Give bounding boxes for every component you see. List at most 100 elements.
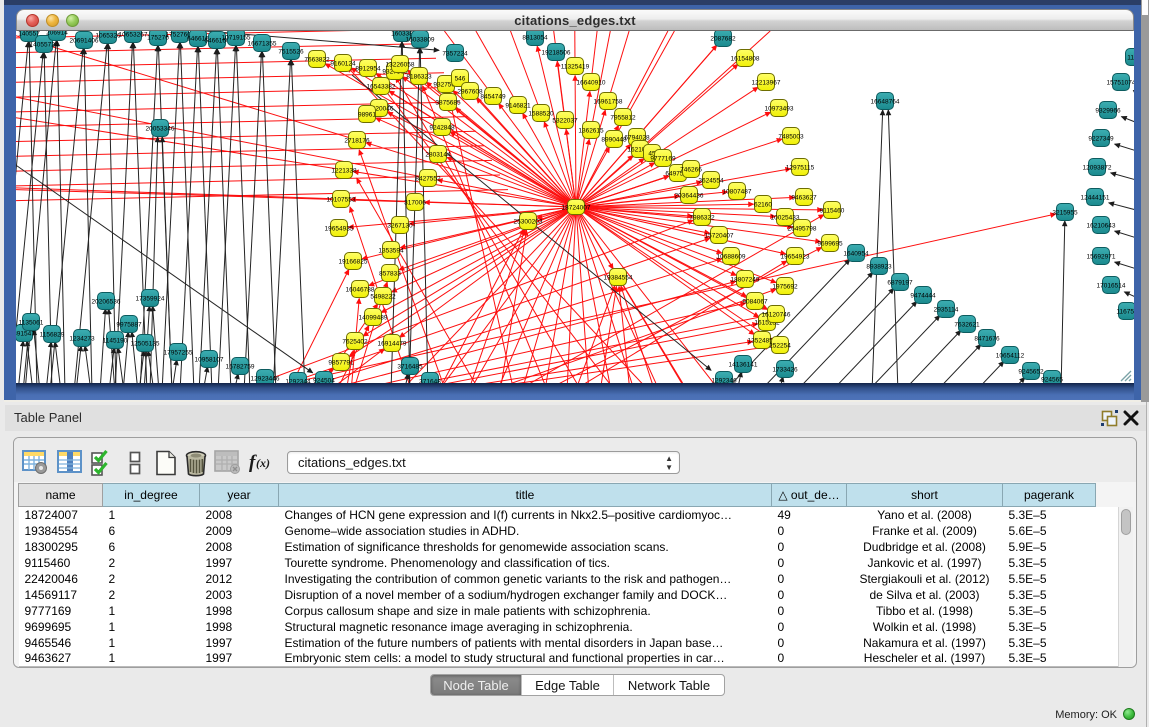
svg-text:7632621: 7632621 <box>954 322 980 329</box>
svg-text:10973493: 10973493 <box>765 106 794 113</box>
svg-text:3215955: 3215955 <box>1052 210 1078 217</box>
svg-text:8938923: 8938923 <box>866 264 892 271</box>
svg-text:9975887: 9975887 <box>116 322 142 329</box>
svg-text:7625402: 7625402 <box>342 339 368 346</box>
svg-text:19654923: 19654923 <box>781 254 810 261</box>
svg-text:546: 546 <box>455 76 466 83</box>
svg-text:9146821: 9146821 <box>505 103 531 110</box>
svg-text:10107553: 10107553 <box>327 197 356 204</box>
svg-text:5322037: 5322037 <box>552 118 578 125</box>
svg-text:9329966: 9329966 <box>1095 108 1121 115</box>
svg-text:7955812: 7955812 <box>610 115 636 122</box>
svg-text:8427552: 8427552 <box>415 176 441 183</box>
svg-text:16782759: 16782759 <box>226 364 255 371</box>
svg-text:16640910: 16640910 <box>577 80 606 87</box>
svg-text:7986322: 7986322 <box>689 215 715 222</box>
svg-text:1112: 1112 <box>1127 55 1134 62</box>
svg-text:18807249: 18807249 <box>731 277 760 284</box>
svg-text:7485003: 7485003 <box>778 134 804 141</box>
svg-text:9115460: 9115460 <box>820 208 845 215</box>
svg-text:15692971: 15692971 <box>1087 254 1116 261</box>
svg-text:16671355: 16671355 <box>248 41 277 48</box>
svg-text:3716485: 3716485 <box>397 364 423 371</box>
svg-text:1156829: 1156829 <box>40 332 65 339</box>
svg-text:252254: 252254 <box>769 343 791 350</box>
svg-text:1640954: 1640954 <box>843 251 869 258</box>
svg-text:9699695: 9699695 <box>817 241 843 248</box>
svg-text:16914479: 16914479 <box>378 341 407 348</box>
svg-text:12213967: 12213967 <box>752 80 781 87</box>
svg-text:8813054: 8813054 <box>522 35 548 42</box>
svg-text:1135061: 1135061 <box>19 320 44 327</box>
svg-text:2967608: 2967608 <box>457 89 483 96</box>
svg-text:1353594: 1353594 <box>378 248 404 255</box>
svg-text:8454749: 8454749 <box>480 94 506 101</box>
svg-text:2087682: 2087682 <box>710 36 736 43</box>
svg-text:9242848: 9242848 <box>429 125 455 132</box>
svg-text:19166825: 19166825 <box>339 259 368 266</box>
svg-text:16961758: 16961758 <box>594 99 623 106</box>
svg-text:3875685: 3875685 <box>435 100 461 107</box>
svg-text:20206536: 20206536 <box>92 299 121 306</box>
svg-text:5498222: 5498222 <box>370 294 396 301</box>
svg-text:16033809: 16033809 <box>406 37 435 44</box>
svg-text:12505135: 12505135 <box>131 341 160 348</box>
svg-text:19384554: 19384554 <box>604 275 633 282</box>
svg-text:19218506: 19218506 <box>542 50 571 57</box>
svg-text:7663822: 7663822 <box>304 57 330 64</box>
svg-text:9084067: 9084067 <box>742 299 768 306</box>
svg-text:8912954: 8912954 <box>355 66 381 73</box>
svg-text:12444151: 12444151 <box>1081 195 1110 202</box>
svg-text:17359924: 17359924 <box>136 296 165 303</box>
svg-text:15720407: 15720407 <box>705 233 734 240</box>
svg-text:6879197: 6879197 <box>887 280 913 287</box>
svg-text:317006: 317006 <box>404 200 426 207</box>
svg-text:206914: 206914 <box>46 31 68 37</box>
svg-text:1065326: 1065326 <box>95 33 121 40</box>
svg-text:1234273: 1234273 <box>69 336 95 343</box>
svg-text:857833: 857833 <box>379 271 401 278</box>
svg-text:3267130: 3267130 <box>387 223 413 230</box>
svg-text:9857791: 9857791 <box>328 360 354 367</box>
svg-text:62160: 62160 <box>754 202 772 209</box>
svg-text:1362615: 1362615 <box>578 128 604 135</box>
svg-text:2718176: 2718176 <box>344 138 370 145</box>
svg-text:7515526: 7515526 <box>278 49 304 56</box>
svg-text:12975115: 12975115 <box>786 165 815 172</box>
svg-text:10807487: 10807487 <box>723 189 752 196</box>
svg-text:391547: 391547 <box>16 331 35 338</box>
svg-text:11325419: 11325419 <box>561 64 590 71</box>
svg-text:16543382: 16543382 <box>367 84 396 91</box>
svg-text:12923446: 12923446 <box>251 376 280 383</box>
svg-text:746266: 746266 <box>680 167 702 174</box>
svg-text:(x): (x) <box>256 456 270 470</box>
svg-text:2803144: 2803144 <box>425 152 451 159</box>
svg-text:1588520: 1588520 <box>528 111 554 118</box>
svg-text:1975692: 1975692 <box>772 284 798 291</box>
svg-text:7357224: 7357224 <box>442 51 468 58</box>
svg-text:20053346: 20053346 <box>146 126 175 133</box>
svg-text:26495798: 26495798 <box>788 226 817 233</box>
svg-text:9463627: 9463627 <box>791 195 817 202</box>
svg-text:10688609: 10688609 <box>717 254 746 261</box>
svg-text:17957255: 17957255 <box>164 350 193 357</box>
svg-text:9777169: 9777169 <box>650 156 676 163</box>
svg-text:20364436: 20364436 <box>675 193 704 200</box>
svg-text:25300203: 25300203 <box>514 219 543 226</box>
svg-text:15751074: 15751074 <box>1107 80 1134 87</box>
svg-text:10654112: 10654112 <box>996 353 1025 360</box>
svg-text:9160124: 9160124 <box>330 61 356 68</box>
svg-text:14099489: 14099489 <box>359 315 388 322</box>
svg-text:9474444: 9474444 <box>910 293 936 300</box>
svg-text:12093872: 12093872 <box>1083 165 1112 172</box>
svg-text:8990448: 8990448 <box>601 137 627 144</box>
svg-text:16120746: 16120746 <box>762 312 791 319</box>
svg-text:116753: 116753 <box>1116 309 1134 316</box>
svg-text:3624554: 3624554 <box>698 178 724 185</box>
svg-text:10958107: 10958107 <box>195 357 224 364</box>
svg-text:16210643: 16210643 <box>1087 223 1116 230</box>
svg-text:10653267: 10653267 <box>119 32 148 39</box>
svg-text:14136141: 14136141 <box>729 362 758 369</box>
svg-text:2935114: 2935114 <box>934 307 959 314</box>
svg-text:19654935: 19654935 <box>325 226 354 233</box>
